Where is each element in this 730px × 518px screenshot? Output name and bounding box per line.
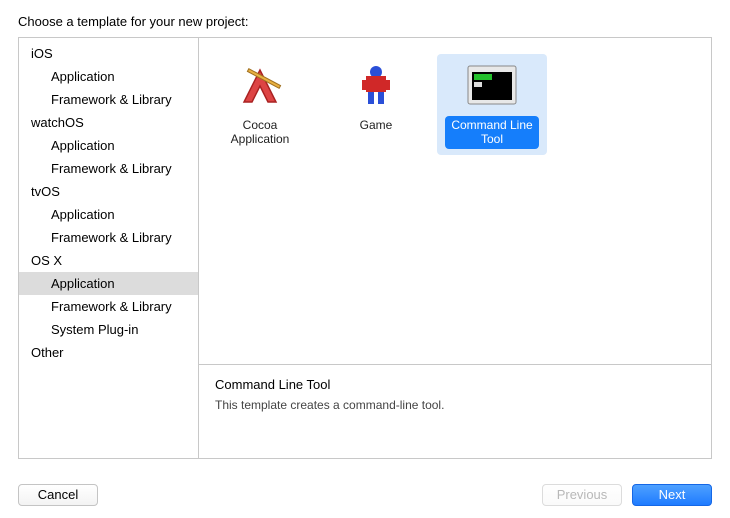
sidebar-item-tvos-framework[interactable]: Framework & Library <box>19 226 198 249</box>
template-grid: CocoaApplication Game <box>199 38 711 364</box>
sprite-icon <box>344 60 408 112</box>
terminal-icon <box>460 60 524 112</box>
template-label: Command LineTool <box>445 116 538 149</box>
description-title: Command Line Tool <box>215 377 695 392</box>
next-button[interactable]: Next <box>632 484 712 506</box>
sidebar-item-watchos-framework[interactable]: Framework & Library <box>19 157 198 180</box>
sidebar-group-other[interactable]: Other <box>19 341 198 364</box>
dialog-title: Choose a template for your new project: <box>0 0 730 37</box>
description-panel: Command Line Tool This template creates … <box>199 364 711 458</box>
sidebar-group-ios[interactable]: iOS <box>19 42 198 65</box>
previous-button: Previous <box>542 484 622 506</box>
template-cocoa-application[interactable]: CocoaApplication <box>205 54 315 155</box>
sidebar: iOS Application Framework & Library watc… <box>19 38 199 458</box>
sidebar-item-ios-application[interactable]: Application <box>19 65 198 88</box>
sidebar-item-osx-framework[interactable]: Framework & Library <box>19 295 198 318</box>
sidebar-item-ios-framework[interactable]: Framework & Library <box>19 88 198 111</box>
template-command-line-tool[interactable]: Command LineTool <box>437 54 547 155</box>
sidebar-group-osx[interactable]: OS X <box>19 249 198 272</box>
template-label: CocoaApplication <box>225 116 296 149</box>
sidebar-item-tvos-application[interactable]: Application <box>19 203 198 226</box>
sidebar-item-osx-application[interactable]: Application <box>19 272 198 295</box>
description-text: This template creates a command-line too… <box>215 398 695 412</box>
template-chooser: iOS Application Framework & Library watc… <box>18 37 712 459</box>
sidebar-item-osx-system-plugin[interactable]: System Plug-in <box>19 318 198 341</box>
sidebar-group-watchos[interactable]: watchOS <box>19 111 198 134</box>
template-content: CocoaApplication Game <box>199 38 711 458</box>
sidebar-group-tvos[interactable]: tvOS <box>19 180 198 203</box>
sidebar-item-watchos-application[interactable]: Application <box>19 134 198 157</box>
pencil-a-icon <box>228 60 292 112</box>
template-game[interactable]: Game <box>321 54 431 140</box>
cancel-button[interactable]: Cancel <box>18 484 98 506</box>
footer: Cancel Previous Next <box>18 484 712 506</box>
template-label: Game <box>354 116 399 134</box>
